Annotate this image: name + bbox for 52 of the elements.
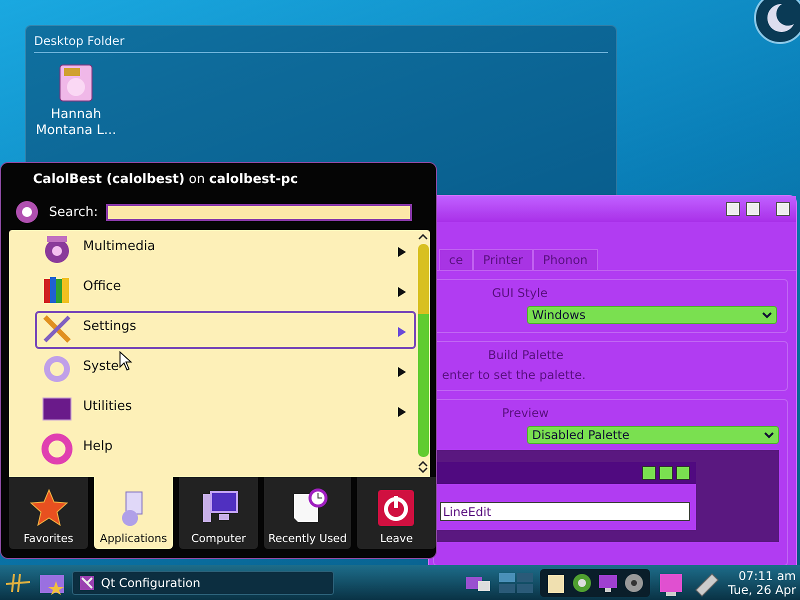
close-button[interactable] xyxy=(776,202,790,216)
launcher-tab[interactable]: Computer xyxy=(179,477,258,549)
clock-date: Tue, 26 Apr xyxy=(728,582,796,596)
desktop-pager-icon xyxy=(498,570,534,594)
submenu-arrow-icon xyxy=(398,327,406,337)
disc-icon xyxy=(623,572,646,594)
search-field[interactable] xyxy=(106,204,412,220)
launcher-tab[interactable]: Applications xyxy=(94,477,174,549)
palette-dropdown[interactable]: Disabled Palette xyxy=(527,426,779,444)
launcher-tab[interactable]: Leave xyxy=(356,477,436,549)
desktop-icon-label[interactable]: Hannah Montana L... xyxy=(31,107,121,139)
scroll-up-icon[interactable] xyxy=(418,461,428,467)
lifebuoy-icon xyxy=(41,433,73,465)
tools-icon xyxy=(41,313,73,345)
submenu-arrow-icon xyxy=(398,407,406,417)
menu-item[interactable]: Help xyxy=(35,431,416,469)
palette-hint: enter to set the palette. xyxy=(441,368,587,382)
folder-title: Desktop Folder xyxy=(34,34,608,53)
star-icon xyxy=(28,488,68,528)
user-header: CalolBest (calolbest) on calolbest-pc xyxy=(32,171,299,189)
close-button[interactable] xyxy=(676,466,690,480)
clock[interactable]: 07:11 am Tue, 26 Apr xyxy=(728,568,796,596)
submenu-arrow-icon xyxy=(398,247,406,257)
scroll-down-icon[interactable] xyxy=(418,467,428,473)
clock-time: 07:11 am xyxy=(738,568,796,582)
scroll-up-icon[interactable] xyxy=(418,234,428,240)
line-edit-field[interactable]: LineEdit xyxy=(440,502,690,521)
mouse-pointer-icon xyxy=(119,351,133,371)
launcher-tab[interactable]: Favorites xyxy=(9,477,88,549)
group-title: GUI Style xyxy=(491,286,549,300)
menu-item[interactable]: Settings xyxy=(35,311,416,349)
minimize-button[interactable] xyxy=(642,466,656,480)
search-label: Search: xyxy=(49,204,98,220)
menu-item[interactable]: Utilities xyxy=(35,391,416,429)
chevron-down-icon xyxy=(764,432,774,438)
menu-item[interactable]: Multimedia xyxy=(35,231,416,269)
maximize-button[interactable] xyxy=(659,466,673,480)
minimize-button[interactable] xyxy=(726,202,740,216)
submenu-arrow-icon xyxy=(398,367,406,377)
menu-item[interactable]: Office xyxy=(35,271,416,309)
group-title: Preview xyxy=(501,406,550,420)
task-button[interactable]: Qt Configuration xyxy=(72,570,334,594)
launcher-tab[interactable]: Recently Used xyxy=(264,477,351,549)
window-icon xyxy=(79,574,95,590)
submenu-arrow-icon xyxy=(398,287,406,297)
power-icon xyxy=(376,488,416,528)
group-title: Build Palette xyxy=(487,348,564,362)
chevron-down-icon xyxy=(762,312,772,318)
scroll-track[interactable] xyxy=(418,244,428,457)
style-dropdown[interactable]: Windows xyxy=(527,306,777,324)
moon-widget-icon[interactable] xyxy=(752,0,800,46)
maximize-button[interactable] xyxy=(746,202,760,216)
